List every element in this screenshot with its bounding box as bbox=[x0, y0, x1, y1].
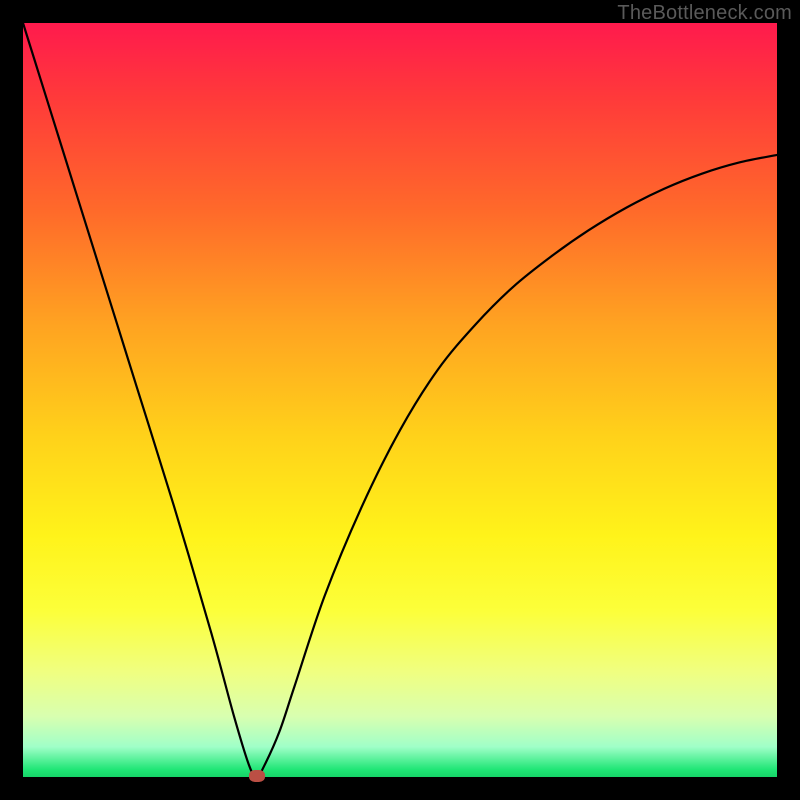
bottleneck-curve bbox=[23, 23, 777, 777]
chart-frame: TheBottleneck.com bbox=[0, 0, 800, 800]
curve-path bbox=[23, 23, 777, 777]
watermark-text: TheBottleneck.com bbox=[617, 2, 792, 25]
plot-area bbox=[23, 23, 777, 777]
optimal-point-marker bbox=[249, 770, 265, 782]
